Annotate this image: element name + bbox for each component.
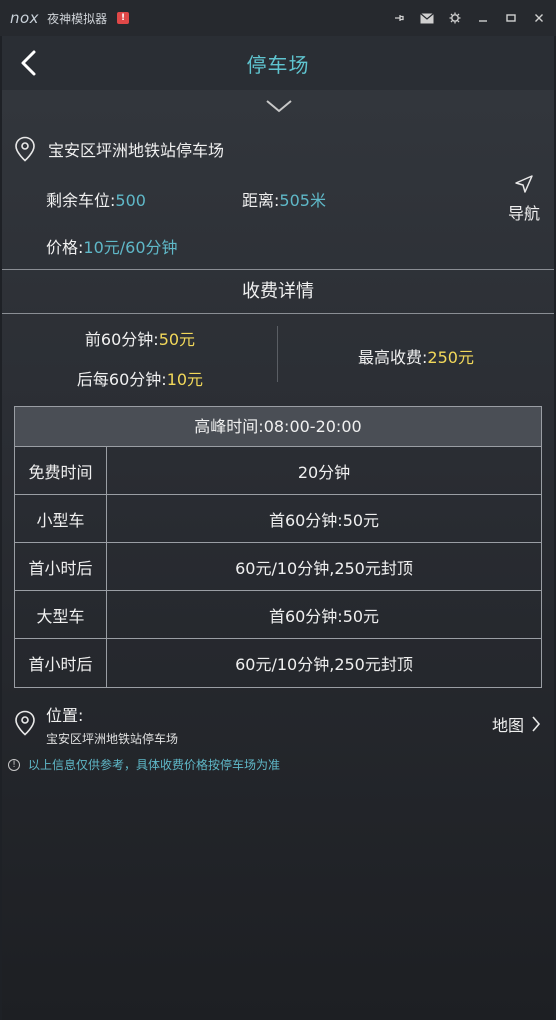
info-icon: !: [8, 758, 20, 771]
subsequent-value: 10元: [166, 370, 204, 389]
table-cell-label: 免费时间: [15, 447, 107, 494]
remaining-spaces: 剩余车位:500: [46, 187, 146, 211]
price-value: 10元/60分钟: [83, 238, 178, 257]
subsequent-fee: 后每60分钟:10元: [2, 366, 278, 390]
navigation-arrow-icon: [515, 175, 533, 193]
window-controls: [392, 11, 546, 25]
first-period-label: 前60分钟:: [84, 330, 159, 349]
price: 价格:10元/60分钟: [46, 234, 178, 258]
minimize-icon[interactable]: [476, 11, 490, 25]
table-row: 大型车 首60分钟:50元: [15, 591, 541, 639]
remaining-label: 剩余车位:: [46, 191, 116, 210]
table-cell-value: 首60分钟:50元: [268, 510, 380, 530]
navigate-button[interactable]: 导航: [506, 174, 542, 224]
fee-details-title: 收费详情: [242, 281, 314, 302]
distance-value: 505米: [279, 191, 326, 210]
first-period-fee: 前60分钟:50元: [2, 326, 278, 350]
max-fee: 最高收费:250元: [278, 344, 554, 368]
parking-name: 宝安区坪洲地铁站停车场: [48, 141, 225, 160]
settings-gear-icon[interactable]: [448, 11, 462, 25]
maximize-icon[interactable]: [504, 11, 518, 25]
parking-detail-panel: 宝安区坪洲地铁站停车场 剩余车位:500 距离:505米 导航 价格:10元/6…: [2, 90, 554, 1020]
table-row: 免费时间 20分钟: [15, 447, 541, 495]
table-cell-label: 小型车: [15, 495, 107, 542]
first-period-value: 50元: [158, 330, 196, 349]
pin-icon[interactable]: [392, 11, 406, 25]
table-cell-value: 60元/10分钟,250元封顶: [235, 558, 413, 578]
navigate-label: 导航: [507, 204, 540, 223]
emulator-title: 夜神模拟器: [47, 11, 108, 26]
position-label: 位置:: [46, 706, 84, 725]
map-label: 地图: [491, 716, 524, 735]
chevron-down-icon: [266, 100, 292, 113]
disclaimer: ! 以上信息仅供参考，具体收费价格按停车场为准: [8, 756, 280, 773]
alert-icon[interactable]: !: [117, 12, 130, 24]
distance: 距离:505米: [242, 187, 326, 211]
disclaimer-text: 以上信息仅供参考，具体收费价格按停车场为准: [28, 758, 281, 772]
back-button[interactable]: [16, 48, 42, 78]
location-pin-icon: [15, 710, 35, 736]
location-pin-icon: [15, 136, 35, 162]
divider: [2, 313, 554, 314]
table-row: 首小时后 60元/10分钟,250元封顶: [15, 543, 541, 591]
page-title: 停车场: [246, 52, 310, 77]
emulator-title-bar: nox 夜神模拟器 !: [0, 0, 556, 36]
max-fee-value: 250元: [427, 348, 474, 367]
table-cell-label: 首小时后: [15, 639, 107, 687]
parking-location-row: 宝安区坪洲地铁站停车场: [14, 136, 224, 162]
close-icon[interactable]: [532, 11, 546, 25]
app-header: 停车场: [2, 36, 554, 90]
chevron-right-icon: [532, 716, 541, 732]
table-row: 首小时后 60元/10分钟,250元封顶: [15, 639, 541, 687]
distance-label: 距离:: [242, 191, 280, 210]
table-cell-value: 20分钟: [297, 462, 351, 482]
subsequent-label: 后每60分钟:: [76, 370, 167, 389]
position-address: 宝安区坪洲地铁站停车场: [46, 732, 179, 746]
mail-icon[interactable]: [420, 11, 434, 25]
peak-hours-header: 高峰时间:08:00-20:00: [15, 407, 541, 447]
collapse-button[interactable]: [265, 98, 293, 114]
table-cell-value: 首60分钟:50元: [268, 606, 380, 626]
fee-table: 高峰时间:08:00-20:00 免费时间 20分钟 小型车 首60分钟:50元…: [14, 406, 542, 688]
position-row: 位置: 宝安区坪洲地铁站停车场 地图: [14, 702, 542, 748]
table-cell-value: 60元/10分钟,250元封顶: [235, 655, 413, 674]
table-row: 小型车 首60分钟:50元: [15, 495, 541, 543]
chevron-left-icon: [21, 50, 36, 76]
nox-logo: nox: [10, 9, 40, 27]
table-cell-label: 大型车: [15, 591, 107, 638]
max-fee-label: 最高收费:: [358, 348, 428, 367]
map-button[interactable]: 地图: [492, 712, 542, 736]
remaining-value: 500: [115, 191, 146, 210]
price-label: 价格:: [46, 238, 84, 257]
table-cell-label: 首小时后: [15, 543, 107, 590]
